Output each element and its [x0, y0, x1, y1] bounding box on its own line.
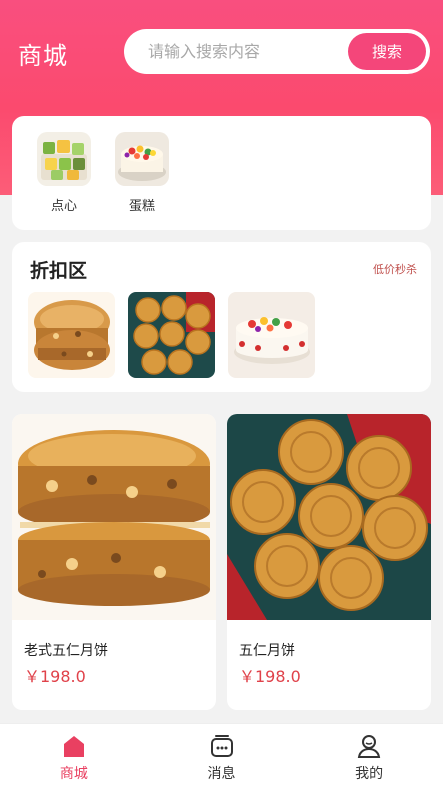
dim-sum-thumbnail — [37, 132, 91, 186]
nav-item-shop[interactable]: 商城 — [0, 724, 148, 793]
bottom-navigation: 商城 消息 我的 — [0, 723, 443, 793]
nav-label: 消息 — [207, 766, 236, 782]
category-label: 点心 — [50, 199, 77, 214]
product-card[interactable]: 五仁月饼 ￥198.0 — [227, 414, 431, 710]
search-input[interactable] — [124, 42, 348, 61]
message-icon — [210, 735, 233, 757]
discount-section: 折扣区 低价秒杀 — [12, 242, 431, 392]
category-item-dim-sum[interactable]: 点心 — [34, 132, 94, 214]
category-panel: 点心 蛋糕 — [12, 116, 431, 230]
product-name: 老式五仁月饼 — [24, 643, 108, 659]
flash-sale-link[interactable]: 低价秒杀 — [373, 261, 417, 277]
profile-icon — [357, 735, 381, 758]
mooncake-box-image[interactable] — [128, 292, 215, 378]
product-price: ￥198.0 — [239, 667, 301, 686]
category-label: 蛋糕 — [128, 199, 155, 214]
product-card[interactable]: 老式五仁月饼 ￥198.0 — [12, 414, 216, 710]
lava-mooncake-image[interactable] — [28, 292, 115, 378]
discount-title: 折扣区 — [30, 260, 88, 282]
nav-item-profile[interactable]: 我的 — [295, 724, 443, 793]
mooncake-assortment-image — [227, 414, 431, 620]
page-title: 商城 — [18, 42, 68, 70]
shop-home-icon — [63, 736, 84, 757]
nav-label: 我的 — [355, 766, 384, 782]
nav-item-messages[interactable]: 消息 — [148, 724, 296, 793]
product-price: ￥198.0 — [24, 667, 86, 686]
nav-label: 商城 — [59, 766, 88, 782]
category-item-cake[interactable]: 蛋糕 — [112, 132, 172, 214]
fruit-cake-image[interactable] — [228, 292, 315, 378]
product-name: 五仁月饼 — [239, 643, 295, 659]
search-button[interactable]: 搜索 — [348, 33, 426, 70]
search-bar: 搜索 — [124, 29, 430, 74]
cake-thumbnail — [115, 132, 169, 186]
old-style-mooncake-image — [12, 414, 216, 620]
